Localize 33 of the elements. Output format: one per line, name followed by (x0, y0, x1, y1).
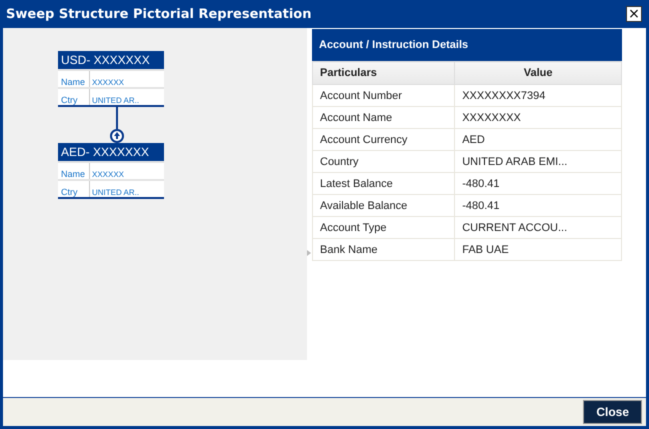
splitter-arrow-icon[interactable] (307, 250, 311, 256)
table-cell: Latest Balance (312, 172, 455, 194)
table-cell: XXXXXXXX (454, 106, 622, 128)
node-field-value: UNITED AR.. (91, 188, 140, 197)
node-header: USD- XXXXXXX (58, 51, 164, 69)
panel-title: Account / Instruction Details (312, 29, 622, 61)
node-header: AED- XXXXXXX (58, 143, 164, 161)
node-field-label: Ctry (58, 89, 90, 105)
node-field-label: Name (58, 71, 90, 87)
node-field-label: Ctry (58, 181, 90, 197)
table-cell: Account Type (312, 216, 455, 238)
table-cell: Account Name (312, 106, 455, 128)
table-cell: XXXXXXXX7394 (454, 84, 622, 106)
node-field-value: XXXXXX (91, 170, 124, 179)
table-cell: AED (454, 128, 622, 150)
table-cell: Bank Name (312, 238, 455, 260)
window-title: Sweep Structure Pictorial Representation (6, 6, 312, 22)
close-button[interactable]: Close (583, 400, 642, 424)
table-cell: FAB UAE (454, 238, 622, 260)
column-header: Value (454, 62, 622, 84)
table-cell: Account Number (312, 84, 455, 106)
table-cell: -480.41 (454, 172, 622, 194)
table-cell: UNITED ARAB EMI... (454, 150, 622, 172)
table-cell: Available Balance (312, 194, 455, 216)
table-cell: Account Currency (312, 128, 455, 150)
table-cell: CURRENT ACCOU... (454, 216, 622, 238)
node-field-label: Name (58, 163, 90, 179)
table-cell: -480.41 (454, 194, 622, 216)
column-header: Particulars (312, 62, 455, 84)
table-cell: Country (312, 150, 455, 172)
node-field-value: XXXXXX (91, 78, 124, 87)
close-button[interactable]: × (626, 6, 642, 22)
node-field-value: UNITED AR.. (91, 96, 140, 105)
